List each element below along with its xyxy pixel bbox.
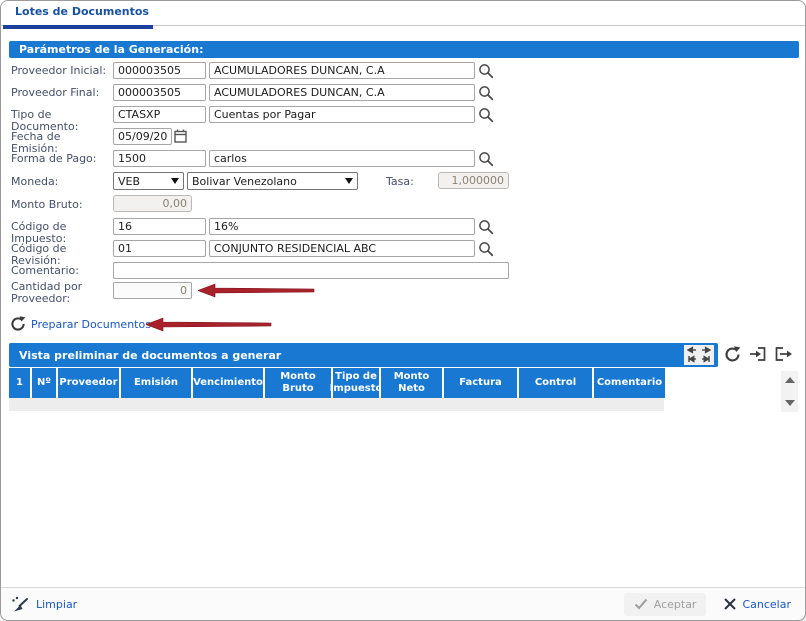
close-icon [724,598,736,610]
red-annotation-arrow [146,317,272,332]
export-icon [774,346,793,362]
preparar-documentos-link[interactable]: Preparar Documentos [31,318,151,331]
forma-pago-code-input[interactable] [113,150,206,167]
forma-pago-lookup-button[interactable] [478,151,494,167]
scroll-down-icon[interactable] [785,400,795,406]
fecha-emision-input[interactable] [113,128,172,145]
column-header-comentario[interactable]: Comentario [594,368,665,398]
calendar-icon [174,129,187,143]
resize-columns-button[interactable] [684,345,714,365]
check-icon [634,598,648,610]
proveedor-inicial-lookup-button[interactable] [478,63,494,79]
cancelar-button[interactable]: Cancelar [720,593,795,616]
proveedor-final-lookup-button[interactable] [478,85,494,101]
preview-vertical-scrollbar[interactable] [781,371,798,412]
export-grid-button[interactable] [774,346,793,362]
cantidad-proveedor-label: Cantidad por Proveedor: [11,281,109,305]
column-header-control[interactable]: Control [519,368,592,398]
moneda-name-select[interactable]: Bolivar Venezolano [187,172,358,190]
limpiar-label: Limpiar [36,598,77,611]
tab-lotes-de-documentos[interactable]: Lotes de Documentos [3,1,153,29]
preview-table-header: 1 Nº Proveedor Emisión Vencimiento Monto… [9,368,665,398]
column-header-tipo-impuesto[interactable]: Tipo de Impuesto [333,368,379,398]
table-row [9,398,664,411]
chevron-down-icon [345,178,353,184]
tasa-input [438,172,509,189]
resize-columns-icon [687,345,711,365]
broom-icon [11,596,30,613]
moneda-code-select[interactable]: VEB [113,172,184,190]
preview-section-header: Vista preliminar de documentos a generar [9,343,718,367]
lotes-documentos-dialog: Lotes de Documentos Parámetros de la Gen… [0,0,806,621]
forma-pago-name-input[interactable] [209,150,475,167]
search-icon [478,107,494,123]
search-icon [478,151,494,167]
proveedor-final-code-input[interactable] [113,84,206,101]
chevron-down-icon [171,178,179,184]
codigo-revision-code-input[interactable] [113,240,206,257]
column-header-monto-bruto[interactable]: Monto Bruto [265,368,331,398]
column-header-numero[interactable]: Nº [32,368,56,398]
proveedor-inicial-label: Proveedor Inicial: [11,65,109,77]
preview-refresh-button[interactable] [724,346,741,363]
codigo-impuesto-name-input[interactable] [209,218,475,235]
import-grid-button[interactable] [749,346,767,362]
comentario-label: Comentario: [11,265,109,277]
refresh-icon [724,346,741,363]
search-icon [478,219,494,235]
codigo-impuesto-code-input[interactable] [113,218,206,235]
tipo-documento-name-input[interactable] [209,106,475,123]
monto-bruto-label: Monto Bruto: [11,199,109,211]
search-icon [478,63,494,79]
proveedor-inicial-code-input[interactable] [113,62,206,79]
moneda-label: Moneda: [11,176,109,188]
calendar-picker-button[interactable] [174,129,187,143]
monto-bruto-input [113,195,192,212]
column-header-factura[interactable]: Factura [444,368,517,398]
cantidad-proveedor-input [113,282,192,299]
comentario-input[interactable] [113,262,509,279]
moneda-code-value: VEB [118,175,140,188]
scroll-up-icon[interactable] [785,377,795,383]
codigo-revision-lookup-button[interactable] [478,241,494,257]
tipo-documento-lookup-button[interactable] [478,107,494,123]
search-icon [478,241,494,257]
preview-title: Vista preliminar de documentos a generar [19,349,281,362]
column-header-proveedor[interactable]: Proveedor [58,368,119,398]
limpiar-button[interactable]: Limpiar [11,596,77,613]
refresh-icon [10,316,26,332]
forma-pago-label: Forma de Pago: [11,153,109,165]
column-header-emision[interactable]: Emisión [121,368,191,398]
params-section-header: Parámetros de la Generación: [9,41,799,58]
column-header-monto-neto[interactable]: Monto Neto [381,368,442,398]
search-icon [478,85,494,101]
tasa-label: Tasa: [386,176,431,188]
preparar-documentos-refresh-button[interactable] [10,316,26,332]
codigo-revision-name-input[interactable] [209,240,475,257]
tipo-documento-code-input[interactable] [113,106,206,123]
column-header-vencimiento[interactable]: Vencimiento [193,368,263,398]
codigo-impuesto-lookup-button[interactable] [478,219,494,235]
moneda-name-value: Bolivar Venezolano [192,175,297,188]
aceptar-label: Aceptar [654,598,697,611]
import-icon [749,346,767,362]
proveedor-final-name-input[interactable] [209,84,475,101]
aceptar-button[interactable]: Aceptar [624,593,707,616]
tab-strip: Lotes de Documentos [1,1,805,26]
red-annotation-arrow [198,283,315,298]
proveedor-final-label: Proveedor Final: [11,87,109,99]
footer-bar: Limpiar Aceptar Cancelar [1,587,805,620]
column-header-select[interactable]: 1 [9,368,30,398]
cancelar-label: Cancelar [742,598,791,611]
proveedor-inicial-name-input[interactable] [209,62,475,79]
